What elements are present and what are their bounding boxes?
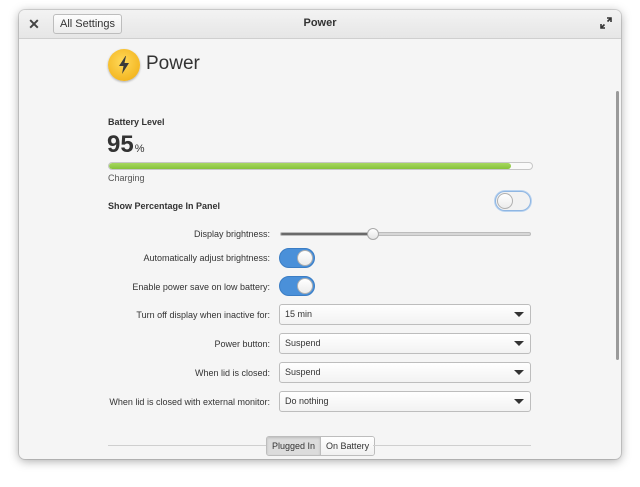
brightness-slider-handle[interactable] (367, 228, 380, 240)
display-brightness-slider[interactable] (280, 228, 531, 240)
battery-level-label: Battery Level (108, 117, 165, 127)
lid-closed-dropdown[interactable]: Suspend (279, 362, 531, 383)
display-brightness-label: Display brightness: (193, 229, 270, 239)
show-percentage-label: Show Percentage In Panel (108, 201, 221, 211)
brightness-fill (281, 233, 374, 235)
maximize-icon[interactable] (599, 16, 613, 30)
scrollbar[interactable] (616, 91, 619, 360)
lid-closed-external-label: When lid is closed with external monitor… (109, 397, 270, 407)
divider (373, 445, 531, 446)
chevron-down-icon (514, 399, 524, 404)
auto-brightness-toggle[interactable] (279, 248, 315, 268)
battery-percentage: 95% (107, 131, 144, 159)
turn-off-display-label: Turn off display when inactive for: (136, 310, 270, 320)
power-mode-switcher: Plugged In On Battery (266, 436, 376, 456)
lid-closed-external-value: Do nothing (285, 396, 329, 406)
power-save-toggle[interactable] (279, 276, 315, 296)
settings-window: ✕ All Settings Power Power Battery Level… (19, 10, 621, 459)
show-percentage-toggle[interactable] (495, 191, 531, 211)
battery-level-fill (109, 163, 511, 169)
power-button-value: Suspend (285, 338, 321, 348)
turn-off-display-dropdown[interactable]: 15 min (279, 304, 531, 325)
battery-value: 95 (107, 131, 134, 158)
divider (108, 445, 266, 446)
chevron-down-icon (514, 370, 524, 375)
chevron-down-icon (514, 312, 524, 317)
lid-closed-value: Suspend (285, 367, 321, 377)
lid-closed-external-dropdown[interactable]: Do nothing (279, 391, 531, 412)
power-button-label: Power button: (214, 339, 270, 349)
power-panel: Power Battery Level 95% Charging Show Pe… (19, 39, 621, 459)
chevron-down-icon (514, 341, 524, 346)
charging-status: Charging (108, 173, 145, 183)
battery-level-bar (108, 162, 533, 170)
turn-off-display-value: 15 min (285, 309, 313, 319)
toggle-knob (497, 193, 513, 209)
titlebar: ✕ All Settings Power (19, 10, 621, 39)
tab-on-battery[interactable]: On Battery (320, 437, 375, 455)
toggle-knob (297, 250, 313, 266)
power-save-label: Enable power save on low battery: (132, 282, 270, 292)
auto-brightness-label: Automatically adjust brightness: (143, 253, 270, 263)
page-title: Power (146, 53, 200, 74)
lightning-bolt-icon (108, 49, 140, 81)
window-title: Power (303, 17, 337, 29)
power-button-dropdown[interactable]: Suspend (279, 333, 531, 354)
tab-plugged-in[interactable]: Plugged In (267, 437, 321, 455)
battery-unit: % (134, 143, 145, 155)
toggle-knob (297, 278, 313, 294)
lid-closed-label: When lid is closed: (194, 368, 270, 378)
